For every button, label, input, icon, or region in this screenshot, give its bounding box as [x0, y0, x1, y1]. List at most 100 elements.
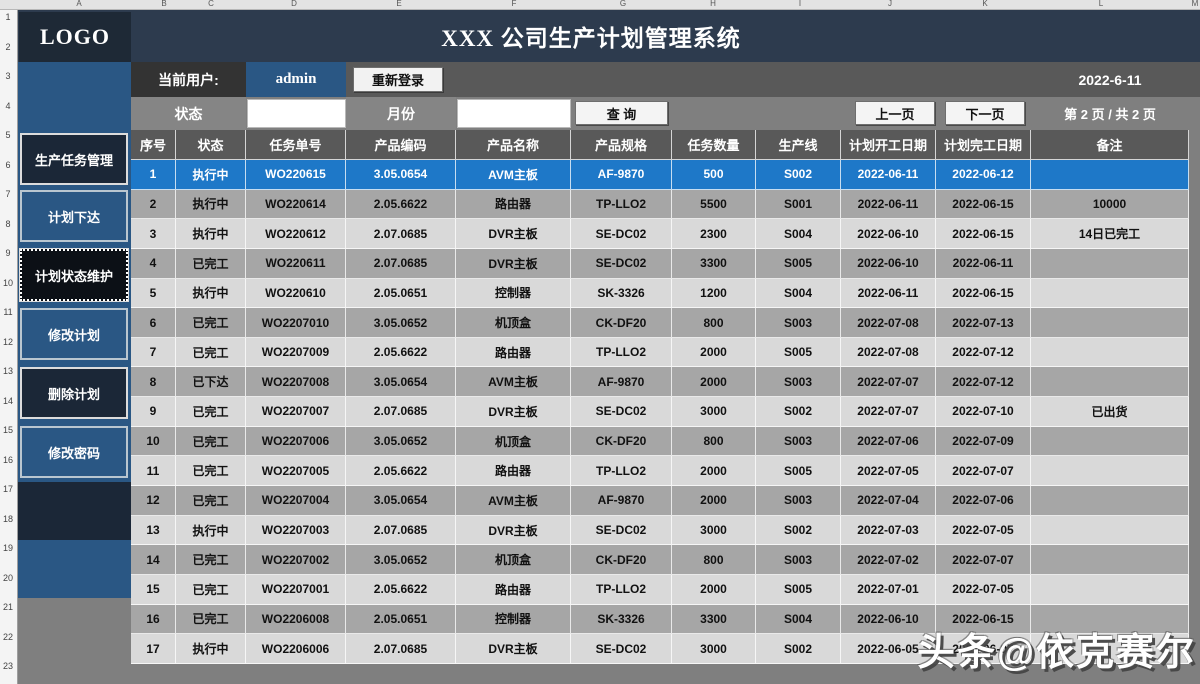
- table-cell[interactable]: 3.05.0654: [346, 367, 456, 398]
- table-cell[interactable]: 2000: [672, 486, 756, 516]
- sidebar-button-2[interactable]: 计划下达: [20, 190, 128, 242]
- table-cell[interactable]: 2.05.6622: [346, 456, 456, 487]
- table-cell[interactable]: AVM主板: [456, 160, 571, 190]
- column-letter[interactable]: A: [76, 0, 81, 8]
- table-cell[interactable]: 2022-07-12: [936, 367, 1031, 398]
- table-cell[interactable]: [1031, 486, 1189, 516]
- sidebar-button-4[interactable]: 修改计划: [20, 308, 128, 360]
- table-cell[interactable]: AF-9870: [571, 160, 672, 190]
- table-cell[interactable]: DVR主板: [456, 397, 571, 427]
- table-cell[interactable]: 3.05.0652: [346, 426, 456, 457]
- table-cell[interactable]: WO2207007: [246, 397, 346, 427]
- month-filter-input[interactable]: [457, 99, 571, 128]
- table-cell[interactable]: [1031, 426, 1189, 457]
- table-cell[interactable]: S002: [756, 397, 841, 427]
- table-cell[interactable]: S003: [756, 486, 841, 516]
- table-cell[interactable]: 2022-07-03: [841, 515, 936, 546]
- table-cell[interactable]: 2.05.6622: [346, 189, 456, 220]
- row-number[interactable]: 4: [0, 101, 16, 111]
- sidebar-button-5[interactable]: 删除计划: [20, 367, 128, 419]
- table-cell[interactable]: 10: [131, 426, 176, 457]
- table-cell[interactable]: 2.05.6622: [346, 337, 456, 368]
- table-cell[interactable]: 2022-07-08: [841, 337, 936, 368]
- row-number[interactable]: 14: [0, 396, 16, 406]
- table-header-cell[interactable]: 计划完工日期: [936, 130, 1031, 160]
- table-cell[interactable]: [1031, 160, 1189, 190]
- table-cell[interactable]: [1031, 515, 1189, 546]
- table-cell[interactable]: DVR主板: [456, 515, 571, 546]
- table-cell[interactable]: 执行中: [176, 634, 246, 664]
- table-cell[interactable]: WO2207010: [246, 308, 346, 338]
- row-number[interactable]: 10: [0, 278, 16, 288]
- table-cell[interactable]: 800: [672, 308, 756, 338]
- table-cell[interactable]: 2022-07-06: [936, 486, 1031, 516]
- relogin-button[interactable]: 重新登录: [353, 67, 443, 92]
- table-cell[interactable]: 3000: [672, 634, 756, 664]
- table-cell[interactable]: 执行中: [176, 219, 246, 249]
- table-cell[interactable]: WO220610: [246, 278, 346, 309]
- column-letter[interactable]: F: [512, 0, 517, 8]
- table-cell[interactable]: 2.07.0685: [346, 219, 456, 249]
- table-cell[interactable]: 已完工: [176, 456, 246, 487]
- search-button[interactable]: 查 询: [575, 101, 668, 125]
- table-cell[interactable]: AF-9870: [571, 486, 672, 516]
- table-cell[interactable]: SK-3326: [571, 604, 672, 635]
- table-cell[interactable]: 16: [131, 604, 176, 635]
- table-cell[interactable]: 5: [131, 278, 176, 309]
- row-number[interactable]: 23: [0, 661, 16, 671]
- table-cell[interactable]: CK-DF20: [571, 545, 672, 575]
- table-cell[interactable]: WO2206008: [246, 604, 346, 635]
- table-cell[interactable]: TP-LLO2: [571, 189, 672, 220]
- table-cell[interactable]: 2022-07-02: [841, 545, 936, 575]
- row-number[interactable]: 19: [0, 543, 16, 553]
- table-cell[interactable]: 2022-07-05: [936, 515, 1031, 546]
- table-cell[interactable]: S003: [756, 426, 841, 457]
- table-cell[interactable]: 控制器: [456, 604, 571, 635]
- row-number[interactable]: 11: [0, 307, 16, 317]
- sidebar-button-6[interactable]: 修改密码: [20, 426, 128, 478]
- table-cell[interactable]: 2.07.0685: [346, 634, 456, 664]
- table-cell[interactable]: 路由器: [456, 337, 571, 368]
- row-number[interactable]: 21: [0, 602, 16, 612]
- table-cell[interactable]: 2300: [672, 219, 756, 249]
- table-cell[interactable]: [1031, 574, 1189, 605]
- table-cell[interactable]: WO220612: [246, 219, 346, 249]
- table-cell[interactable]: 2000: [672, 574, 756, 605]
- row-number[interactable]: 8: [0, 219, 16, 229]
- table-header-cell[interactable]: 产品编码: [346, 130, 456, 160]
- table-cell[interactable]: WO220614: [246, 189, 346, 220]
- table-cell[interactable]: AVM主板: [456, 367, 571, 398]
- table-cell[interactable]: DVR主板: [456, 219, 571, 249]
- row-number[interactable]: 5: [0, 130, 16, 140]
- table-cell[interactable]: [1031, 308, 1189, 338]
- table-cell[interactable]: 9: [131, 397, 176, 427]
- next-page-button[interactable]: 下一页: [945, 101, 1025, 125]
- table-cell[interactable]: 4: [131, 248, 176, 279]
- column-letter[interactable]: E: [396, 0, 401, 8]
- row-number[interactable]: 15: [0, 425, 16, 435]
- row-number[interactable]: 6: [0, 160, 16, 170]
- table-cell[interactable]: 2022-07-12: [936, 337, 1031, 368]
- table-cell[interactable]: SE-DC02: [571, 515, 672, 546]
- table-cell[interactable]: 1: [131, 160, 176, 190]
- table-cell[interactable]: S004: [756, 219, 841, 249]
- table-cell[interactable]: S005: [756, 456, 841, 487]
- table-cell[interactable]: WO2206006: [246, 634, 346, 664]
- table-header-cell[interactable]: 产品规格: [571, 130, 672, 160]
- table-cell[interactable]: 已完工: [176, 397, 246, 427]
- table-cell[interactable]: 2022-07-10: [936, 397, 1031, 427]
- table-cell[interactable]: S001: [756, 189, 841, 220]
- column-letter[interactable]: K: [982, 0, 987, 8]
- table-cell[interactable]: WO2207006: [246, 426, 346, 457]
- table-cell[interactable]: WO2207004: [246, 486, 346, 516]
- table-cell[interactable]: 2022-07-13: [936, 308, 1031, 338]
- table-cell[interactable]: 11: [131, 456, 176, 487]
- sidebar-button-1[interactable]: 生产任务管理: [20, 133, 128, 185]
- table-cell[interactable]: WO2207002: [246, 545, 346, 575]
- table-cell[interactable]: 5500: [672, 189, 756, 220]
- table-cell[interactable]: WO220611: [246, 248, 346, 279]
- table-cell[interactable]: 已完工: [176, 308, 246, 338]
- table-cell[interactable]: S005: [756, 337, 841, 368]
- row-number[interactable]: 16: [0, 455, 16, 465]
- table-cell[interactable]: 3300: [672, 604, 756, 635]
